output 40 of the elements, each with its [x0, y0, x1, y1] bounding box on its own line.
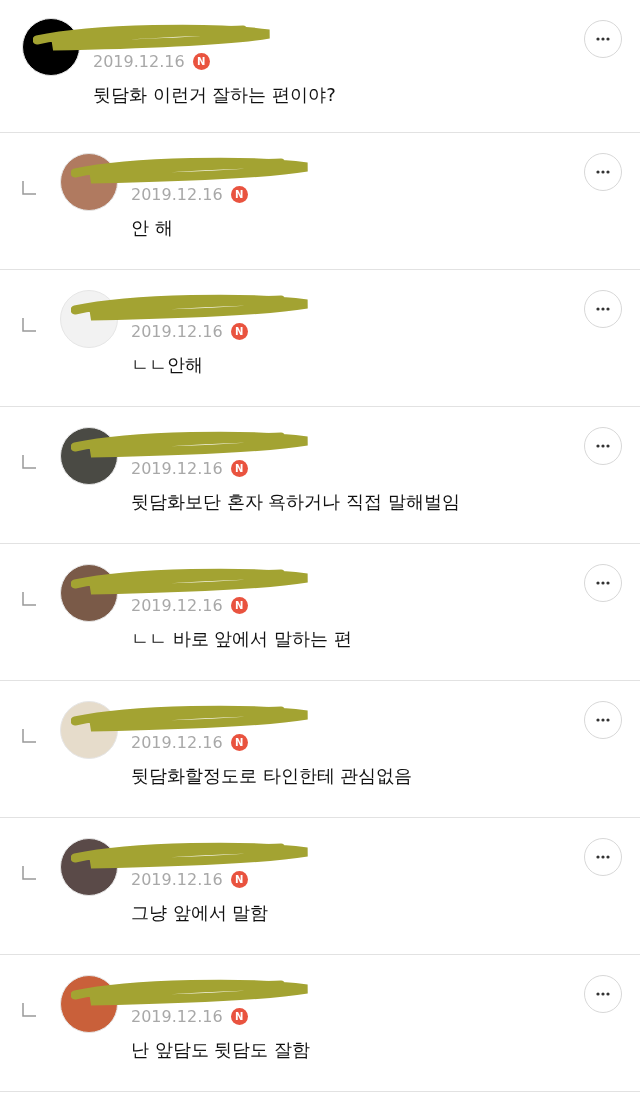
new-badge: N — [230, 734, 248, 751]
comment-text: 뒷담화 이런거 잘하는 편이야? — [93, 83, 337, 107]
comment-text: 난 앞담도 뒷담도 잘함 — [131, 1038, 312, 1062]
new-badge: N — [230, 597, 248, 614]
comment-date: 2019.12.16 — [131, 459, 223, 478]
more-icon — [596, 170, 610, 174]
comment-text: 안 해 — [131, 216, 174, 240]
more-icon — [596, 581, 610, 585]
comment-date: 2019.12.16 — [131, 185, 223, 204]
more-icon — [596, 307, 610, 311]
more-icon — [596, 444, 610, 448]
more-button[interactable] — [584, 290, 622, 328]
new-badge: N — [230, 323, 248, 340]
more-button[interactable] — [584, 153, 622, 191]
more-button[interactable] — [584, 427, 622, 465]
more-button[interactable] — [584, 838, 622, 876]
new-badge: N — [230, 871, 248, 888]
comment-text: 뒷담화할정도로 타인한테 관심없음 — [131, 764, 414, 788]
comment-date: 2019.12.16 — [131, 870, 223, 889]
more-button[interactable] — [584, 20, 622, 58]
comment-date: 2019.12.16 — [131, 1007, 223, 1026]
new-badge: N — [230, 186, 248, 203]
more-button[interactable] — [584, 564, 622, 602]
new-badge: N — [230, 1008, 248, 1025]
comment-date: 2019.12.16 — [131, 322, 223, 341]
comment-text: ㄴㄴ 바로 앞에서 말하는 편 — [131, 627, 353, 651]
comment-text: ㄴㄴ안해 — [131, 353, 204, 377]
more-icon — [596, 992, 610, 996]
comment-text: 뒷담화보단 혼자 욕하거나 직접 말해벌임 — [131, 490, 461, 514]
more-icon — [596, 718, 610, 722]
more-icon — [596, 855, 610, 859]
comment-text: 그냥 앞에서 말함 — [131, 901, 270, 925]
comment-date: 2019.12.16 — [131, 596, 223, 615]
more-button[interactable] — [584, 975, 622, 1013]
new-badge: N — [230, 460, 248, 477]
more-icon — [596, 37, 610, 41]
more-button[interactable] — [584, 701, 622, 739]
comment-date: 2019.12.16 — [131, 733, 223, 752]
new-badge: N — [192, 53, 210, 70]
comment-date: 2019.12.16 — [93, 52, 185, 71]
